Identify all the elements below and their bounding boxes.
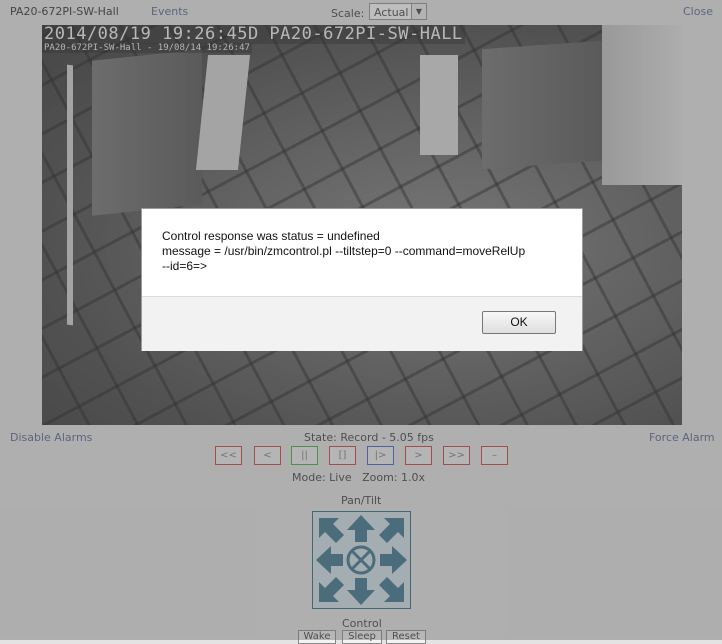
alert-line-2: message = /usr/bin/zmcontrol.pl --tiltst…	[162, 244, 526, 258]
alert-line-3: --id=6=>	[162, 259, 208, 273]
ok-button[interactable]: OK	[482, 311, 556, 334]
alert-footer: OK	[142, 296, 582, 351]
alert-dialog: Control response was status = undefined …	[141, 208, 583, 351]
alert-line-1: Control response was status = undefined	[162, 229, 380, 243]
alert-message: Control response was status = undefined …	[162, 229, 562, 274]
